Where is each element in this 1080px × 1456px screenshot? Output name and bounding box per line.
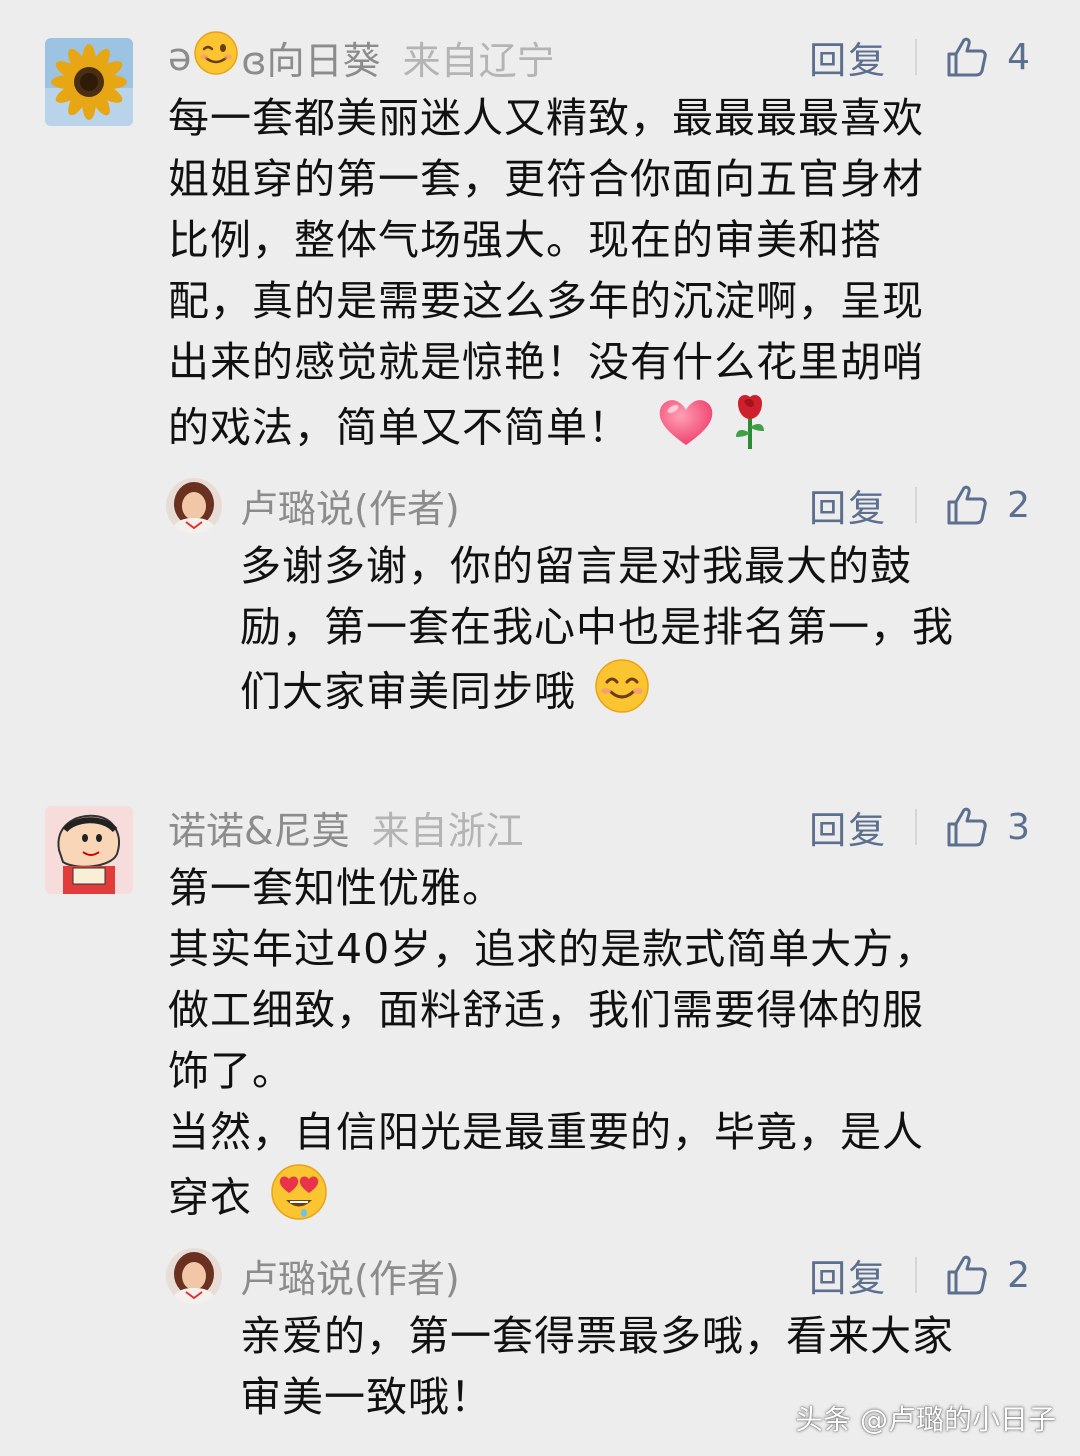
wink-emoji-icon [193,30,239,85]
reply-button[interactable]: 回复 [809,478,887,532]
like-count: 3 [1007,806,1030,848]
like-count: 2 [1007,1254,1030,1296]
author-name-prefix: ә [168,35,192,79]
rose-emoji-icon [730,393,770,468]
reply-author-row: 卢璐说(作者) [240,1246,460,1304]
author-name: 诺诺&尼莫 [168,808,350,853]
reply-button[interactable]: 回复 [809,1248,887,1302]
comment-line: 其实年过40岁，追求的是款式简单大方， [168,925,937,973]
author-avatar[interactable] [166,1248,222,1304]
comment-line: 配，真的是需要这么多年的沉淀啊，呈现 [168,277,924,325]
comment-author-row: ә ɞ向日葵 来自辽宁 [168,28,555,86]
comment-actions: 回复 4 [809,28,1030,86]
comment-line: 饰了。 [168,1047,294,1095]
comment-actions: 回复 3 [809,798,1030,856]
thumbs-up-icon[interactable] [945,805,989,849]
reply-button[interactable]: 回复 [809,800,887,854]
sunflower-avatar[interactable] [45,38,133,126]
reply-author-row: 卢璐说(作者) [240,476,460,534]
heart-emoji-icon [656,395,716,466]
divider [915,1257,918,1293]
comment-author-row: 诺诺&尼莫 来自浙江 [168,798,524,856]
reply-button[interactable]: 回复 [809,30,887,84]
heart-eyes-emoji-icon [270,1163,328,1238]
watermark: 头条 @卢璐的小日子 [795,1403,1056,1436]
reply-actions: 回复 2 [809,1246,1030,1304]
smile-emoji-icon [594,658,650,731]
comment-list: ә ɞ向日葵 来自辽宁 回复 4 每一套都美丽迷人又精致，最最最最喜欢 姐姐穿的… [0,0,1080,1456]
comment-line: 当然，自信阳光是最重要的，毕竟，是人 [168,1108,924,1156]
reply-line: 亲爱的，第一套得票最多哦，看来大家 [240,1312,954,1360]
reply-line-text: 们大家审美同步哦 [240,667,576,716]
comment-line-last: 穿衣 [168,1163,1028,1238]
comment-line-text: 穿衣 [168,1173,252,1222]
comment-line: 第一套知性优雅。 [168,864,504,912]
location-label: 来自辽宁 [402,38,555,83]
divider [915,809,918,845]
divider [915,487,918,523]
cartoon-avatar[interactable] [45,806,133,894]
comment-text: 每一套都美丽迷人又精致，最最最最喜欢 姐姐穿的第一套，更符合你面向五官身材 比例… [168,88,1028,468]
comment-line-text: 的戏法，简单又不简单！ [168,403,630,452]
like-count: 2 [1007,484,1030,526]
thumbs-up-icon[interactable] [945,1253,989,1297]
divider [915,39,918,75]
location-label: 来自浙江 [371,808,524,853]
reply-line: 励，第一套在我心中也是排名第一，我 [240,603,954,651]
comment-line: 出来的感觉就是惊艳！没有什么花里胡哨 [168,338,924,386]
comment-line: 姐姐穿的第一套，更符合你面向五官身材 [168,155,924,203]
reply-line: 多谢多谢，你的留言是对我最大的鼓 [240,542,912,590]
comment-line: 做工细致，面料舒适，我们需要得体的服 [168,986,924,1034]
thumbs-up-icon[interactable] [945,483,989,527]
comment-line: 每一套都美丽迷人又精致，最最最最喜欢 [168,94,924,142]
author-name: ɞ向日葵 [241,38,381,83]
thumbs-up-icon[interactable] [945,35,989,79]
comment-line: 比例，整体气场强大。现在的审美和搭 [168,216,882,264]
reply-actions: 回复 2 [809,476,1030,534]
author-avatar[interactable] [166,478,222,534]
author-name: 卢璐说(作者) [240,486,460,531]
like-count: 4 [1007,36,1030,78]
comment-line-last: 的戏法，简单又不简单！ [168,393,1028,468]
reply-text: 多谢多谢，你的留言是对我最大的鼓 励，第一套在我心中也是排名第一，我 们大家审美… [240,536,1040,731]
author-name: 卢璐说(作者) [240,1256,460,1301]
comment-text: 第一套知性优雅。 其实年过40岁，追求的是款式简单大方， 做工细致，面料舒适，我… [168,858,1028,1238]
reply-line-last: 们大家审美同步哦 [240,658,1040,731]
